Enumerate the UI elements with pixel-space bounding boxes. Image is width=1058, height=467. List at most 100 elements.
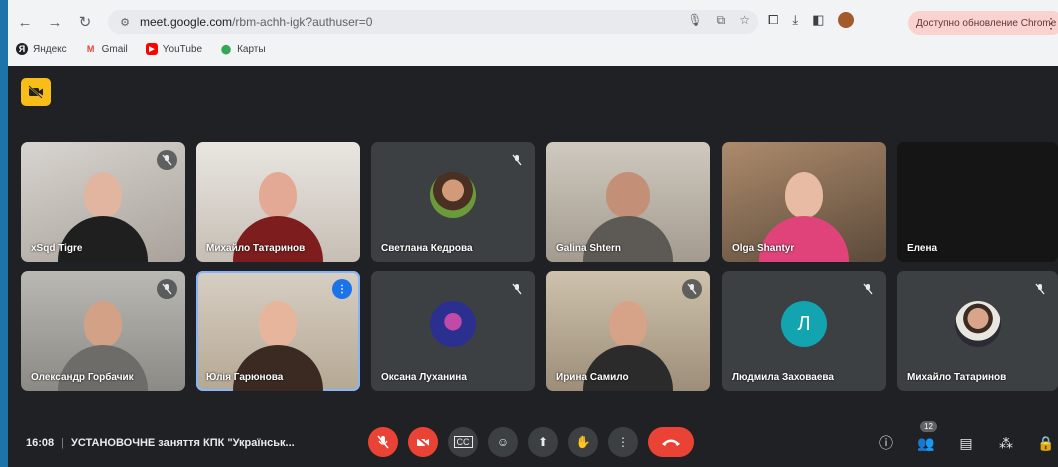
participant-avatar [954,301,1001,347]
participant-name: Светлана Кедрова [381,243,473,254]
youtube-icon: ▶ [145,43,158,55]
participant-name: Михайло Татаринов [206,243,306,254]
extensions-icon[interactable]: ⧠ [768,12,778,28]
participant-name: Оксана Луханина [381,372,467,383]
camera-off-icon [416,436,430,448]
profile-avatar[interactable] [838,12,855,28]
mic-off-icon [507,279,527,299]
address-bar[interactable]: ⚙ meet.google.com/rbm-achh-igk?authuser=… [108,10,758,34]
participant-tile[interactable]: Olga Shantyr [722,142,886,262]
participant-name: Михайло Татаринов [907,372,1007,383]
participant-name: xSqd Tigre [31,243,83,254]
participant-name: Олександр Горбачик [31,372,134,383]
present-icon: ⬆ [537,435,549,449]
mic-off-icon [157,279,177,299]
chat-button[interactable]: ▤ [956,433,976,453]
browser-chrome: ← → ↻ ⚙ meet.google.com/rbm-achh-igk?aut… [8,0,1058,66]
bookmark-label: Карты [237,43,266,55]
back-arrow-icon[interactable]: ← [12,9,38,35]
participant-tile[interactable]: Елена [897,142,1058,262]
meeting-controls-bar: 16:08 | УСТАНОВОЧНЕ заняття КПК "Українськ… [8,421,1058,467]
activities-button[interactable]: ⁂ [996,433,1016,453]
lock-person-icon: 🔒 [1037,434,1055,451]
hang-up-icon [662,439,680,446]
mic-off-icon [157,150,177,170]
participant-name: Юлія Гарюнова [206,372,284,383]
people-icon: 👥 [917,434,935,451]
mic-off-icon [1030,279,1050,299]
participant-tile[interactable]: Ирина Самило [546,271,710,391]
yandex-icon: Я [16,43,28,55]
bookmark-label: Яндекс [33,43,67,55]
participant-name: Galina Shtern [556,243,622,254]
participant-tile[interactable]: Galina Shtern [546,142,710,262]
call-controls: CC ☺ ⬆ ✋ ⋮ [368,427,694,457]
side-panel-icon[interactable]: ◧ [812,12,824,28]
speaking-indicator-icon: ⋮ [332,279,352,299]
browser-toolbar: ← → ↻ ⚙ meet.google.com/rbm-achh-igk?aut… [8,6,1058,38]
microphone-toggle-button[interactable] [368,427,398,457]
bookmark-youtube[interactable]: ▶ YouTube [145,43,203,55]
captions-button[interactable]: CC [448,427,478,457]
mic-off-icon [858,279,878,299]
omnibox-icons: 🎙 ⧉ ☆ [687,13,750,28]
reactions-button[interactable]: ☺ [488,427,518,457]
gmail-icon: M [86,44,95,54]
participant-initial-avatar: Л [781,301,827,347]
site-info-icon[interactable]: ⚙ [114,11,136,33]
download-icon[interactable]: ⤓ [792,12,798,28]
toolbar-icons: ⧠ ⤓ ◧ [768,12,855,28]
emoji-icon: ☺ [496,435,510,449]
participant-tile[interactable]: xSqd Tigre [21,142,185,262]
present-screen-button[interactable]: ⬆ [528,427,558,457]
mic-off-icon [682,279,702,299]
participant-avatar [430,172,476,218]
camera-off-badge[interactable] [21,78,51,106]
camera-toggle-button[interactable] [408,427,438,457]
host-controls-button[interactable]: 🔒 [1036,433,1056,453]
translate-icon[interactable]: ⧉ [717,13,726,28]
captions-icon: CC [453,436,473,448]
participant-name: Olga Shantyr [732,243,795,254]
info-icon: ⓘ [879,435,893,451]
meeting-details-button[interactable]: ⓘ [876,433,896,453]
participant-initial: Л [797,312,811,335]
participant-tile[interactable]: Оксана Луханина [371,271,535,391]
bookmark-maps[interactable]: ⬤ Карты [220,43,266,55]
participant-name: Людмила Заховаева [732,372,834,383]
forward-arrow-icon[interactable]: → [42,9,68,35]
activities-icon: ⁂ [999,434,1013,451]
participant-tile[interactable]: Олександр Горбачик [21,271,185,391]
participant-tile[interactable]: Михайло Татаринов [897,271,1058,391]
update-chrome-button[interactable]: Доступно обновление Chrome [908,11,1058,35]
bookmark-star-icon[interactable]: ☆ [739,13,750,28]
participant-tile[interactable]: Михайло Татаринов [196,142,360,262]
url-host: meet.google.com [140,15,233,29]
leave-call-button[interactable] [648,427,694,457]
bookmarks-bar: Я Яндекс M Gmail ▶ YouTube ⬤ Карты [16,43,266,55]
meeting-info: 16:08 | УСТАНОВОЧНЕ заняття КПК "Українськ… [26,437,295,449]
meeting-time: 16:08 [26,437,55,449]
url-path: /rbm-achh-igk?authuser=0 [232,15,373,29]
maps-icon: ⬤ [221,43,232,54]
meet-stage: xSqd Tigre Михайло Татаринов Светлана Ке… [8,66,1058,467]
participant-avatar [430,301,476,347]
meeting-title: УСТАНОВОЧНЕ заняття КПК "Українськ... [71,437,295,449]
chrome-menu-icon[interactable]: ⋮ [1044,15,1058,32]
participant-tile[interactable]: Л Людмила Заховаева [722,271,886,391]
participant-name: Елена [907,243,938,254]
bookmark-label: YouTube [162,43,203,55]
bookmark-yandex[interactable]: Я Яндекс [16,43,67,55]
more-options-button[interactable]: ⋮ [608,427,638,457]
raise-hand-button[interactable]: ✋ [568,427,598,457]
people-button[interactable]: 12 👥 [916,421,937,453]
participant-tile[interactable]: Светлана Кедрова [371,142,535,262]
side-tools: ⓘ 12 👥 ▤ ⁂ 🔒 [876,421,1056,453]
reload-icon[interactable]: ↻ [72,9,98,35]
url-text: meet.google.com/rbm-achh-igk?authuser=0 [140,15,372,29]
participants-count-badge: 12 [920,421,937,432]
microphone-icon[interactable]: 🎙 [687,13,702,28]
bookmark-gmail[interactable]: M Gmail [85,43,128,55]
hand-icon: ✋ [575,435,591,449]
participant-tile-speaking[interactable]: ⋮ Юлія Гарюнова [196,271,360,391]
